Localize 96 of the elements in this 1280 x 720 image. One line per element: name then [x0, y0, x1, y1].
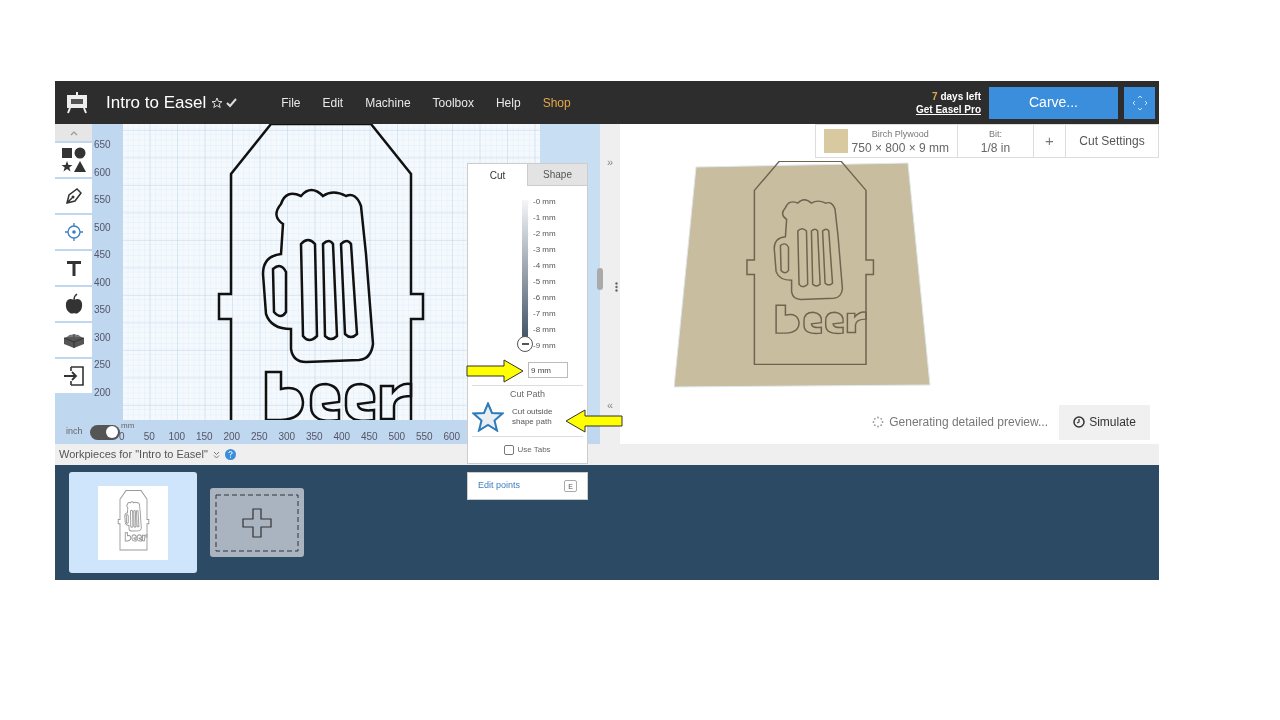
unit-label: inch: [66, 425, 84, 439]
ruler-label: 450: [359, 431, 379, 443]
ruler-label: 550: [93, 193, 112, 207]
ruler-label: 200: [93, 385, 112, 400]
panel-tab[interactable]: Shape: [527, 164, 587, 186]
menu-item[interactable]: Toolbox: [432, 93, 474, 112]
depth-tick-label: -8 mm: [533, 324, 556, 336]
tool-button[interactable]: [55, 359, 92, 393]
loading-spinner-icon: [872, 416, 885, 428]
collapse-handle[interactable]: [55, 124, 92, 141]
arrow-icon: [466, 359, 524, 383]
menu-item[interactable]: File: [281, 93, 301, 112]
ruler-label: 250: [93, 358, 112, 372]
ruler-label: 350: [93, 303, 112, 317]
depth-tick-label: -0 mm: [533, 196, 556, 208]
drag-handle-icon[interactable]: [614, 281, 618, 292]
depth-tick-label: -1 mm: [533, 212, 556, 224]
edit-points-link[interactable]: Edit points: [478, 478, 521, 493]
cut-settings-button[interactable]: Cut Settings: [1066, 125, 1158, 157]
ruler-label: 500: [387, 431, 407, 443]
menu-item[interactable]: Shop: [542, 93, 571, 112]
clock-icon: [1073, 416, 1086, 428]
ruler-label: 600: [442, 431, 462, 443]
expand-icon: [1131, 94, 1148, 111]
material-name: Birch Plywood: [871, 128, 929, 141]
chevron-up-icon: [69, 129, 78, 136]
depth-tick-label: -2 mm: [533, 228, 556, 240]
project-title[interactable]: Intro to Easel: [106, 89, 207, 116]
ruler-label: 0: [117, 431, 126, 443]
simulate-button[interactable]: Simulate: [1059, 404, 1150, 440]
scrollbar-thumb[interactable]: [597, 268, 603, 290]
add-bit-button[interactable]: +: [1034, 125, 1066, 157]
bit-selector[interactable]: Bit: 1/8 in: [958, 125, 1034, 157]
ruler-label: 550: [414, 431, 434, 443]
ruler-label: 600: [93, 165, 112, 180]
tool-button[interactable]: [55, 323, 92, 357]
check-icon: [226, 97, 238, 108]
arrow-icon: [565, 409, 623, 433]
ruler-label: 400: [93, 275, 112, 290]
depth-tick-label: -9 mm: [533, 340, 556, 352]
menu-item[interactable]: Machine: [365, 93, 411, 112]
material-size: 750 × 800 × 9 mm: [851, 141, 949, 155]
preview-status: Generating detailed preview...: [889, 414, 1048, 431]
beer-tag-design-drawing[interactable]: [217, 124, 425, 420]
upgrade-link[interactable]: Get Easel Pro: [915, 102, 981, 116]
ruler-label: 400: [332, 431, 352, 443]
checkbox[interactable]: [504, 444, 515, 455]
help-icon[interactable]: [224, 449, 236, 460]
tool-button[interactable]: [55, 143, 92, 177]
ruler-label: 200: [222, 431, 242, 443]
ruler-label: 300: [93, 330, 112, 345]
ruler-label: 150: [194, 431, 214, 443]
menu-item[interactable]: Edit: [322, 93, 344, 112]
ruler-label: 50: [142, 431, 156, 443]
star-icon[interactable]: [211, 96, 224, 109]
easel-logo-icon: [66, 91, 88, 114]
cut-path-heading: Cut Path: [509, 388, 546, 401]
text-tool-icon: [64, 259, 83, 277]
ruler-label: 450: [93, 248, 112, 262]
plus-icon: [213, 491, 301, 554]
depth-tick-label: -6 mm: [533, 292, 556, 304]
units-switch[interactable]: [90, 424, 120, 440]
trial-days-text: 7 days left: [932, 89, 981, 103]
wood-swatch: [823, 129, 848, 153]
ruler-label: 300: [277, 431, 297, 443]
expand-button[interactable]: [1124, 86, 1155, 119]
target-icon: [63, 222, 84, 242]
bit-size: 1/8 in: [980, 141, 1011, 155]
depth-slider-thumb[interactable]: [517, 336, 533, 352]
bit-label: Bit:: [989, 128, 1002, 141]
ruler-label: 100: [167, 431, 187, 443]
shapes-icon: [60, 147, 87, 173]
tool-button[interactable]: [55, 251, 92, 285]
use-tabs-checkbox[interactable]: Use Tabs: [468, 436, 587, 463]
depth-tick-label: -5 mm: [533, 276, 556, 288]
import-icon: [62, 366, 85, 386]
cut-path-option[interactable]: Cut outside shape path: [472, 401, 564, 436]
cut-path-label: Cut outside shape path: [512, 406, 554, 427]
ruler-label: 650: [93, 138, 112, 152]
material-selector[interactable]: Birch Plywood 750 × 800 × 9 mm: [815, 125, 958, 157]
star-icon: [472, 401, 504, 432]
depth-tick-label: -7 mm: [533, 308, 556, 320]
unit-label: mm: [121, 421, 133, 430]
menu-item[interactable]: Help: [495, 93, 521, 112]
pen-icon: [63, 186, 84, 206]
depth-input[interactable]: 9 mm: [528, 362, 568, 378]
tool-button[interactable]: [55, 287, 92, 321]
ruler-label: 500: [93, 220, 112, 235]
chevron-down-icon[interactable]: [212, 450, 220, 459]
depth-tick-label: -3 mm: [533, 244, 556, 256]
ruler-label: 250: [249, 431, 269, 443]
tool-button[interactable]: [55, 179, 92, 213]
depth-slider[interactable]: [517, 200, 533, 352]
depth-tick-label: -4 mm: [533, 260, 556, 272]
workpieces-title: Workpieces for "Intro to Easel": [59, 447, 208, 463]
ruler-label: 350: [304, 431, 324, 443]
